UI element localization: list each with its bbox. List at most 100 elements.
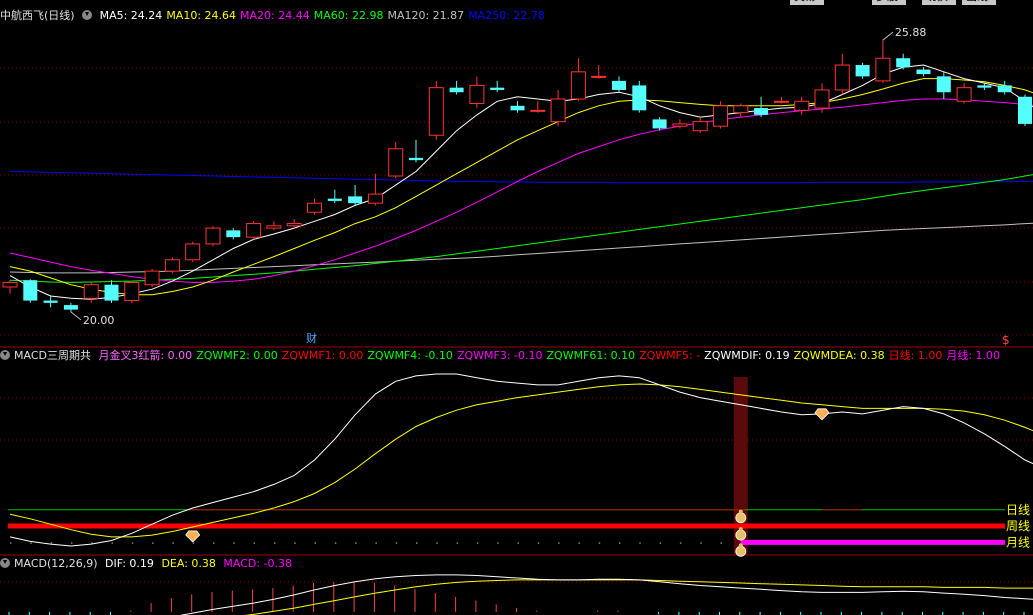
- money-bag-icon: [735, 545, 747, 557]
- candle-body: [754, 108, 769, 115]
- finance-marker[interactable]: 财: [306, 331, 317, 345]
- candlestick[interactable]: [773, 96, 789, 104]
- candle-body: [246, 223, 262, 238]
- candlestick[interactable]: [43, 296, 58, 308]
- candlestick[interactable]: [490, 80, 505, 93]
- candlestick[interactable]: [23, 279, 38, 303]
- candlestick[interactable]: [428, 80, 444, 140]
- candlestick[interactable]: [164, 257, 180, 274]
- monthly-dot: [639, 542, 641, 544]
- monthly-dot: [416, 542, 418, 544]
- candlestick[interactable]: [226, 228, 241, 240]
- candlestick[interactable]: [632, 80, 647, 113]
- monthly-dot: [253, 542, 256, 544]
- candlestick[interactable]: [733, 103, 749, 118]
- dividend-marker[interactable]: $: [1002, 333, 1010, 347]
- monthly-dot: [152, 542, 154, 544]
- dropdown-icon[interactable]: [0, 350, 10, 360]
- candlestick[interactable]: [1018, 94, 1032, 127]
- candlestick[interactable]: [104, 280, 119, 303]
- candlestick[interactable]: [570, 58, 586, 102]
- candlestick[interactable]: [530, 101, 546, 113]
- candle-body: [510, 105, 525, 111]
- candlesticks[interactable]: [2, 40, 1033, 312]
- monthly-dot: [172, 542, 174, 544]
- daily-line-label: 日线: [1006, 503, 1030, 517]
- candlestick[interactable]: [144, 268, 160, 287]
- money-bag-knot: [738, 509, 743, 514]
- candle-body: [632, 85, 647, 111]
- candlestick[interactable]: [896, 53, 911, 70]
- ma10-line: [9, 78, 1033, 296]
- monthly-dot: [619, 542, 621, 544]
- candlestick[interactable]: [997, 80, 1012, 95]
- candle-body: [652, 119, 667, 129]
- toolbar-button-3[interactable]: 画线: [962, 0, 996, 5]
- candlestick[interactable]: [956, 83, 972, 104]
- indicator-legend-item: ZQWMDIF: 0.19: [704, 349, 790, 362]
- candlestick[interactable]: [185, 241, 201, 263]
- toolbar-button-1[interactable]: 多股: [872, 0, 906, 5]
- indicator-legend-item: 日线: 1.00: [888, 349, 943, 362]
- candlestick[interactable]: [409, 139, 423, 163]
- candle-body: [773, 100, 789, 103]
- candle-body: [83, 284, 99, 299]
- candlestick[interactable]: [612, 76, 626, 93]
- candlestick[interactable]: [550, 89, 566, 127]
- macd-macd-value: MACD: -0.38: [223, 557, 293, 570]
- candle-body: [834, 64, 850, 91]
- candle-body: [814, 89, 830, 109]
- candlestick[interactable]: [124, 281, 140, 303]
- toolbar-button-2[interactable]: 切换: [922, 0, 956, 5]
- candlestick[interactable]: [449, 80, 464, 95]
- candlestick[interactable]: [246, 221, 262, 240]
- candlestick[interactable]: [692, 117, 708, 133]
- candlestick[interactable]: [794, 96, 810, 115]
- zqwm-dif-line: [9, 373, 1033, 547]
- candlestick[interactable]: [916, 67, 931, 77]
- indicator-legend-item: ZQWMF4: -0.10: [367, 349, 453, 362]
- money-bag-knot: [738, 527, 743, 532]
- candle-body: [977, 85, 992, 88]
- monthly-dot: [497, 542, 499, 544]
- candle-body: [916, 69, 931, 75]
- candle-body: [612, 80, 626, 90]
- monthly-dot: [192, 542, 195, 544]
- candlestick[interactable]: [875, 40, 891, 84]
- candlestick[interactable]: [855, 62, 870, 79]
- candlestick[interactable]: [63, 302, 78, 312]
- period-label: (日线): [44, 9, 75, 22]
- dropdown-icon[interactable]: [82, 10, 93, 20]
- candlestick[interactable]: [348, 185, 363, 206]
- toolbar-button-0[interactable]: 交易: [790, 0, 824, 5]
- candlestick[interactable]: [754, 96, 769, 118]
- candlestick[interactable]: [307, 198, 322, 215]
- diamond-icon: [185, 530, 201, 543]
- candle-body: [367, 193, 383, 204]
- monthly-dot: [558, 542, 560, 544]
- candlestick[interactable]: [83, 282, 99, 303]
- monthly-dot: [578, 542, 580, 544]
- indicator-legend-item: ZQWMF2: 0.00: [196, 349, 278, 362]
- candlestick[interactable]: [2, 280, 18, 294]
- dropdown-icon[interactable]: [0, 558, 10, 568]
- macd-dea-line: [244, 579, 1033, 615]
- stock-name[interactable]: 中航西飞: [0, 9, 44, 22]
- candlestick[interactable]: [834, 53, 850, 95]
- candlestick[interactable]: [713, 101, 728, 129]
- candlestick[interactable]: [591, 65, 607, 79]
- monthly-dot: [10, 542, 12, 544]
- indicator-name[interactable]: MACD三周期共: [14, 349, 91, 362]
- candlestick[interactable]: [814, 83, 830, 113]
- candlestick[interactable]: [469, 76, 485, 109]
- candlestick[interactable]: [327, 189, 342, 204]
- monthly-dot: [314, 542, 316, 544]
- candlestick[interactable]: [205, 225, 221, 247]
- macd-name[interactable]: MACD(12,26,9): [14, 557, 98, 570]
- candlestick[interactable]: [388, 142, 404, 179]
- monthly-dot: [537, 542, 540, 544]
- candlestick[interactable]: [266, 221, 282, 231]
- candlestick[interactable]: [936, 71, 951, 99]
- candlestick[interactable]: [367, 173, 383, 206]
- candlestick[interactable]: [510, 101, 525, 113]
